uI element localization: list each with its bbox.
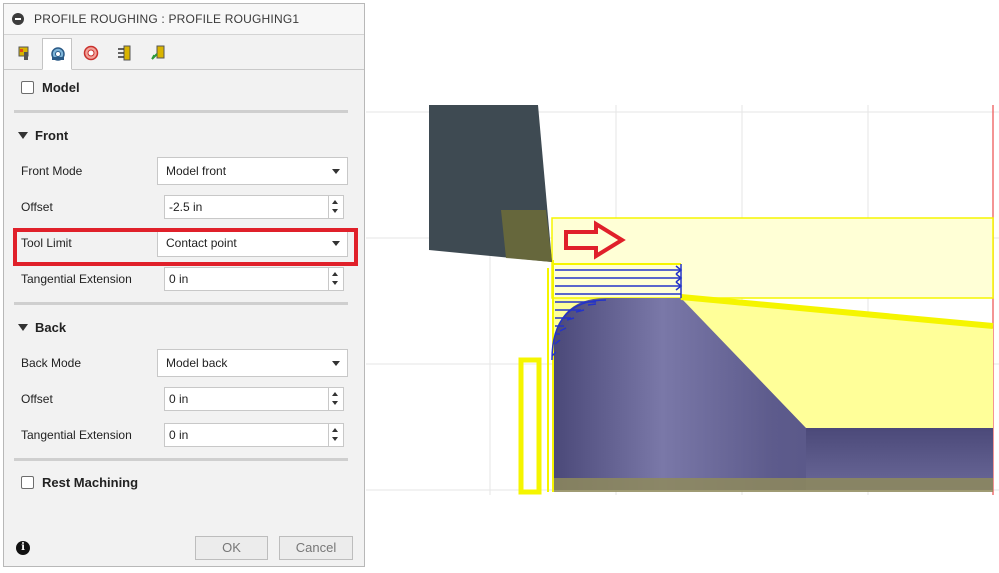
chevron-down-icon [332, 169, 340, 174]
front-mode-select[interactable]: Model front [157, 157, 348, 185]
rest-machining-label: Rest Machining [42, 475, 139, 490]
offset-stepper[interactable] [328, 196, 343, 218]
tool-insert [501, 210, 552, 262]
ok-button[interactable]: OK [195, 536, 268, 560]
front-mode-label: Front Mode [21, 164, 83, 178]
back-tangential-label: Tangential Extension [21, 428, 132, 442]
profile-roughing-dialog: PROFILE ROUGHING : PROFILE ROUGHING1 Mod… [3, 3, 365, 567]
dialog-titlebar: PROFILE ROUGHING : PROFILE ROUGHING1 [4, 4, 364, 35]
back-section-header[interactable]: Back [35, 320, 66, 335]
front-tangential-input[interactable]: 0 in [164, 267, 344, 291]
front-offset-input[interactable]: -2.5 in [164, 195, 344, 219]
info-icon[interactable]: i [16, 541, 30, 555]
tangential-stepper[interactable] [328, 268, 343, 290]
front-section-header[interactable]: Front [35, 128, 68, 143]
back-offset-input[interactable]: 0 in [164, 387, 344, 411]
cancel-button[interactable]: Cancel [279, 536, 353, 560]
section-divider [14, 458, 348, 461]
front-mode-value: Model front [166, 164, 227, 178]
tangential-stepper[interactable] [328, 424, 343, 446]
dialog-tabs [4, 35, 364, 70]
tab-geometry[interactable] [42, 38, 72, 70]
step-up-icon[interactable] [332, 200, 338, 204]
back-tangential-value: 0 in [169, 428, 189, 442]
radii-icon [83, 45, 99, 61]
geometry-icon [51, 47, 65, 61]
step-down-icon[interactable] [332, 437, 338, 441]
section-divider [14, 110, 348, 113]
front-tangential-label: Tangential Extension [21, 272, 132, 286]
front-tangential-value: 0 in [169, 272, 189, 286]
step-up-icon[interactable] [332, 392, 338, 396]
tab-radii[interactable] [76, 38, 106, 68]
model-label: Model [42, 80, 80, 95]
collapse-icon[interactable] [12, 13, 24, 25]
linking-icon [151, 45, 165, 60]
chevron-down-icon[interactable] [18, 324, 28, 331]
step-down-icon[interactable] [332, 401, 338, 405]
chevron-down-icon [332, 361, 340, 366]
highlight-annotation [13, 228, 358, 266]
dialog-footer: i OK Cancel [4, 532, 364, 566]
dialog-title: PROFILE ROUGHING : PROFILE ROUGHING1 [34, 12, 300, 26]
part-bottom-band [552, 478, 993, 492]
step-up-icon[interactable] [332, 272, 338, 276]
tab-linking[interactable] [144, 38, 174, 68]
offset-stepper[interactable] [328, 388, 343, 410]
step-down-icon[interactable] [332, 209, 338, 213]
front-offset-value: -2.5 in [169, 200, 203, 214]
back-offset-label: Offset [21, 392, 53, 406]
back-tangential-input[interactable]: 0 in [164, 423, 344, 447]
step-down-icon[interactable] [332, 281, 338, 285]
back-offset-value: 0 in [169, 392, 189, 406]
back-mode-value: Model back [166, 356, 228, 370]
toolpath-preview[interactable] [366, 0, 999, 570]
front-offset-label: Offset [21, 200, 53, 214]
tool-icon [18, 46, 29, 60]
tab-tool[interactable] [10, 38, 40, 68]
chevron-down-icon[interactable] [18, 132, 28, 139]
back-mode-select[interactable]: Model back [157, 349, 348, 377]
rest-machining-checkbox[interactable] [21, 476, 34, 489]
back-mode-label: Back Mode [21, 356, 82, 370]
section-divider [14, 302, 348, 305]
step-up-icon[interactable] [332, 428, 338, 432]
passes-icon [118, 45, 131, 61]
model-checkbox[interactable] [21, 81, 34, 94]
cad-viewport[interactable] [366, 0, 999, 570]
tab-passes[interactable] [110, 38, 140, 68]
toolpath-back-pass [518, 357, 542, 495]
